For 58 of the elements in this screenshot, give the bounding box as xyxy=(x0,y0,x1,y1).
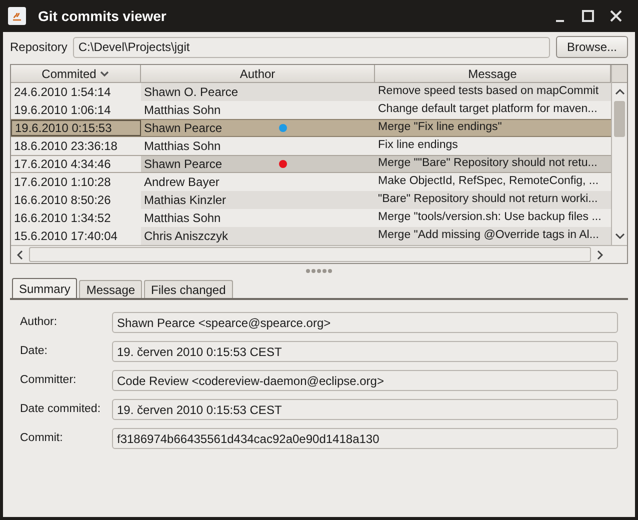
field-label: Date: xyxy=(20,344,48,359)
table-cell: 15.6.2010 17:40:04 xyxy=(11,227,141,245)
repository-field[interactable]: C:\Devel\Projects\jgit xyxy=(73,36,550,58)
table-cell-text: Matthias Sohn xyxy=(143,138,222,155)
table-cell: 16.6.2010 8:50:26 xyxy=(11,191,141,209)
scroll-left-icon[interactable] xyxy=(17,250,23,260)
scroll-up-icon[interactable] xyxy=(614,89,624,95)
column-header[interactable]: Message xyxy=(375,65,611,82)
table-cell-text: Shawn Pearce xyxy=(143,120,224,137)
column-header[interactable]: Author xyxy=(141,65,375,82)
scrollbar-thumb[interactable] xyxy=(614,101,625,137)
table-cell: 24.6.2010 1:54:14 xyxy=(11,83,141,101)
table-cell-text: Make ObjectId, RefSpec, RemoteConfig, ... xyxy=(377,174,600,190)
field-label: Author: xyxy=(20,314,58,330)
table-cell-text: Remove speed tests based on mapCommit xyxy=(377,84,600,100)
app-icon xyxy=(8,7,26,25)
table-cell-text: Matthias Sohn xyxy=(143,102,222,119)
table-row[interactable]: 24.6.2010 1:54:14 Shawn O. Pearce Remove speed tests based on mapCommit xyxy=(11,83,611,101)
table-cell-text: Shawn O. Pearce xyxy=(143,84,240,101)
table-row[interactable]: 19.6.2010 0:15:53 Shawn Pearce Merge "Fix line endings" xyxy=(11,119,611,137)
tab[interactable]: Files changed xyxy=(144,280,233,298)
table-cell-text: Merge ""Bare" Repository should not retu... xyxy=(377,156,598,172)
table-cell-text: Mathias Kinzler xyxy=(143,192,228,209)
column-header[interactable]: Commited xyxy=(11,65,141,82)
vertical-scrollbar[interactable] xyxy=(611,65,627,245)
value-field[interactable]: 19. červen 2010 0:15:53 CEST xyxy=(112,341,618,362)
table-cell-text: Change default target platform for maven... xyxy=(377,102,598,118)
table-cell: 19.6.2010 0:15:53 xyxy=(11,120,141,136)
table-cell-text: "Bare" Repository should not return worki... xyxy=(377,192,599,208)
repository-label: Repository xyxy=(10,39,68,56)
scroll-right-icon[interactable] xyxy=(597,250,603,260)
tab[interactable]: Summary xyxy=(12,278,78,298)
field-label: Date commited: xyxy=(20,402,102,417)
browse-button[interactable]: Browse... xyxy=(556,36,628,58)
table-cell-text: Andrew Bayer xyxy=(143,174,220,191)
field-label: Commit: xyxy=(20,430,64,446)
table-cell: 17.6.2010 4:34:46 xyxy=(11,156,141,172)
value-field[interactable]: 19. červen 2010 0:15:53 CEST xyxy=(112,399,618,420)
table-row[interactable]: 17.6.2010 4:34:46 Shawn Pearce Merge ""Bare" Repository should not retu... xyxy=(11,155,611,173)
table-cell-text: Matthias Sohn xyxy=(143,210,222,227)
window-title: Git commits viewer xyxy=(38,6,168,26)
tab[interactable]: Message xyxy=(79,280,142,298)
table-cell-text: Merge "tools/version.sh: Use backup files ... xyxy=(377,210,602,226)
field-label: Committer: xyxy=(20,372,78,388)
table-cell-text: Shawn Pearce xyxy=(143,156,224,173)
table-cell-text: Fix line endings xyxy=(377,138,459,154)
table-row[interactable]: 16.6.2010 8:50:26 Mathias Kinzler "Bare" Repository should not return worki... xyxy=(11,191,611,209)
table-cell-text: Chris Aniszczyk xyxy=(143,228,230,245)
horizontal-scrollbar[interactable] xyxy=(11,245,627,263)
sort-caret-icon xyxy=(100,70,110,76)
table-cell-text: Merge "Add missing @Override tags in Al... xyxy=(377,228,600,244)
value-field[interactable]: Code Review <codereview-daemon@eclipse.org> xyxy=(112,370,618,391)
table-cell-text: Merge "Fix line endings" xyxy=(377,120,503,136)
value-field[interactable]: Shawn Pearce <spearce@spearce.org> xyxy=(112,312,618,333)
splitter-handle-icon[interactable] xyxy=(306,269,332,273)
value-field[interactable]: f3186974b66435561d434cac92a0e90d1418a130 xyxy=(112,428,618,449)
scroll-down-icon[interactable] xyxy=(614,233,624,239)
table-row[interactable]: 15.6.2010 17:40:04 Chris Aniszczyk Merge "Add missing @Override tags in Al... xyxy=(11,227,611,245)
